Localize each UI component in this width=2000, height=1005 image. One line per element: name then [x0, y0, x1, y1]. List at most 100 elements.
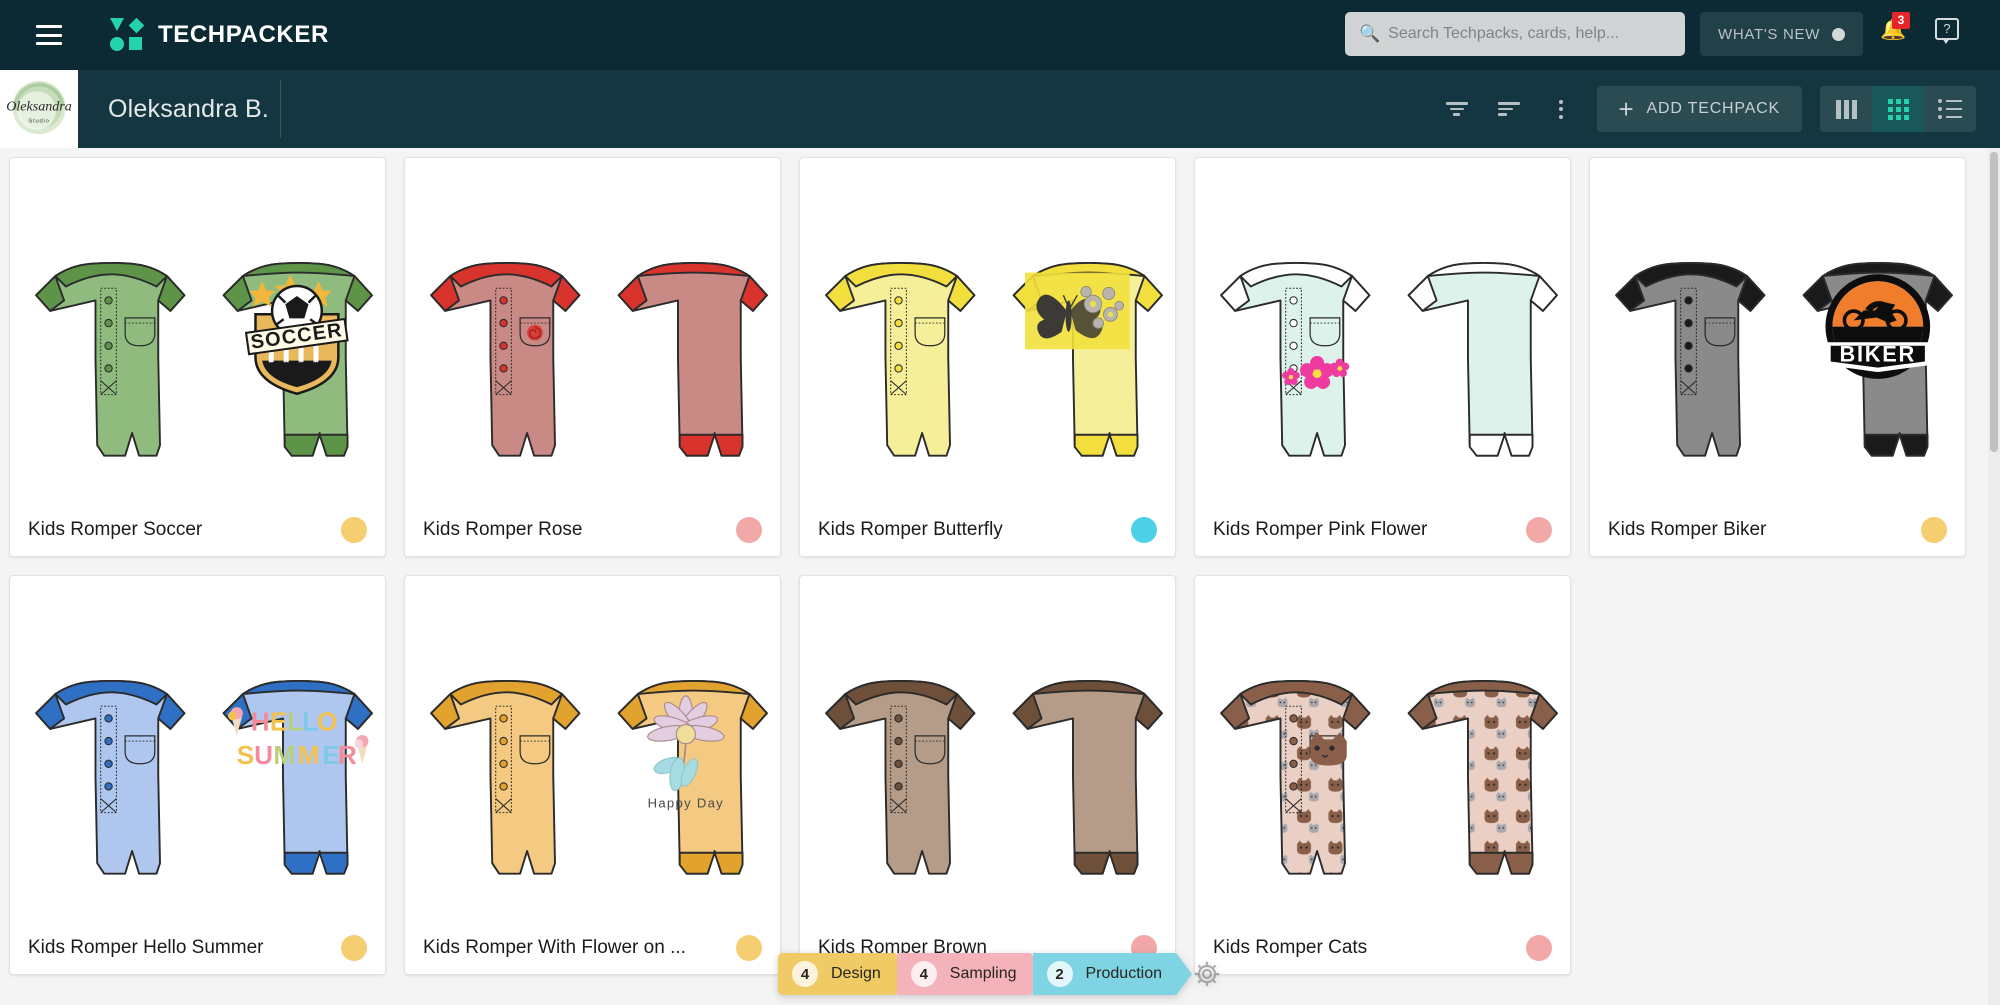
techpack-card[interactable]: Kids Romper Butterfly [799, 157, 1176, 557]
toolbar-actions: + ADD TECHPACK [1431, 83, 1990, 135]
stage-production[interactable]: 2 Production [1033, 953, 1193, 995]
stage-design[interactable]: 4 Design [778, 953, 911, 995]
techpack-card[interactable]: BIKER Kids Romper Biker [1589, 157, 1966, 557]
stage-sampling[interactable]: 4 Sampling [897, 953, 1047, 995]
techpack-card-footer: Kids Romper With Flower on ... [405, 922, 780, 974]
top-header-bar: TECHPACKER 🔍 WHAT'S NEW 🔔 3 ? [0, 0, 2000, 70]
status-badge[interactable] [341, 935, 367, 961]
svg-text:E: E [322, 740, 339, 770]
techpacker-logo-icon [110, 17, 145, 52]
techpack-card[interactable]: Kids Romper Pink Flower [1194, 157, 1571, 557]
whats-new-button[interactable]: WHAT'S NEW [1700, 12, 1864, 56]
avatar-artwork: Oleksandra Studio [6, 80, 72, 135]
gear-icon[interactable] [1192, 959, 1222, 989]
techpack-title: Kids Romper Soccer [28, 519, 203, 540]
techpack-thumbnail: BIKER [1590, 158, 1965, 556]
svg-text:Oleksandra: Oleksandra [6, 98, 72, 114]
techpack-card[interactable]: Happy Day Kids Romper With Flower on ... [404, 575, 781, 975]
workspace-toolbar: Oleksandra Studio Oleksandra B. + ADD TE… [0, 70, 2000, 148]
techpack-card[interactable]: Kids Romper Brown [799, 575, 1176, 975]
svg-text:Studio: Studio [28, 118, 49, 124]
techpack-thumbnail: Happy Day [405, 576, 780, 974]
toolbar-divider [280, 80, 281, 138]
hamburger-menu-icon[interactable] [36, 25, 62, 45]
kebab-menu-icon [1558, 99, 1563, 119]
status-badge[interactable] [736, 935, 762, 961]
filter-icon [1445, 102, 1468, 116]
status-badge[interactable] [1526, 517, 1552, 543]
techpack-title: Kids Romper With Flower on ... [423, 937, 686, 958]
techpack-thumbnail [1195, 158, 1570, 556]
techpack-card-footer: Kids Romper Cats [1195, 922, 1570, 974]
svg-text:L: L [302, 707, 318, 737]
techpack-thumbnail [405, 158, 780, 556]
notification-count-badge: 3 [1892, 12, 1910, 29]
page-title: Oleksandra B. [108, 94, 270, 123]
whats-new-indicator-dot [1832, 27, 1846, 41]
svg-text:S: S [237, 740, 254, 770]
stage-count: 4 [792, 961, 818, 987]
status-badge[interactable] [341, 517, 367, 543]
vertical-scrollbar[interactable] [1988, 148, 2000, 1005]
more-options-button[interactable] [1535, 83, 1587, 135]
techpack-card[interactable]: SOCCER CHAMPIONSHIP Kids Romper Soccer [9, 157, 386, 557]
oleksandra-studio-avatar[interactable]: Oleksandra Studio [0, 70, 78, 148]
techpack-card-footer: Kids Romper Rose [405, 504, 780, 556]
notifications-button[interactable]: 🔔 3 [1880, 12, 1910, 42]
svg-text:CHAMPIONSHIP: CHAMPIONSHIP [272, 362, 322, 368]
stage-label: Production [1085, 965, 1163, 982]
scrollbar-thumb[interactable] [1990, 152, 1998, 452]
brand-name: TECHPACKER [158, 21, 329, 48]
search-bar[interactable]: 🔍 [1345, 12, 1685, 56]
techpack-card-grid: SOCCER CHAMPIONSHIP Kids Romper Soccer K… [0, 148, 2000, 975]
techpack-card-footer: Kids Romper Pink Flower [1195, 504, 1570, 556]
sort-button[interactable] [1483, 83, 1535, 135]
techpack-card-footer: Kids Romper Butterfly [800, 504, 1175, 556]
techpack-thumbnail: SOCCER CHAMPIONSHIP [10, 158, 385, 556]
techpack-card[interactable]: Kids Romper Cats [1194, 575, 1571, 975]
help-label: ? [1943, 21, 1951, 36]
techpack-title: Kids Romper Butterfly [818, 519, 1003, 540]
status-badge[interactable] [1526, 935, 1552, 961]
techpack-thumbnail [1195, 576, 1570, 974]
list-icon [1938, 99, 1962, 119]
svg-text:Happy Day: Happy Day [648, 795, 724, 810]
svg-text:E: E [270, 707, 287, 737]
techpack-card-footer: Kids Romper Biker [1590, 504, 1965, 556]
help-question-icon[interactable]: ? [1935, 18, 1959, 44]
search-icon: 🔍 [1359, 24, 1381, 43]
techpack-title: Kids Romper Cats [1213, 937, 1368, 958]
stage-label: Sampling [949, 965, 1017, 982]
techpack-thumbnail: HE LL O SU MM ER [10, 576, 385, 974]
svg-text:L: L [287, 707, 303, 737]
stage-label: Design [830, 965, 881, 982]
stage-count: 2 [1047, 961, 1073, 987]
svg-text:R: R [338, 740, 357, 770]
techpack-title: Kids Romper Rose [423, 519, 583, 540]
techpack-card[interactable]: Kids Romper Rose [404, 157, 781, 557]
techpack-card[interactable]: HE LL O SU MM ER Kids Romper Hello Summe… [9, 575, 386, 975]
techpack-thumbnail [800, 576, 1175, 974]
svg-text:M: M [273, 740, 295, 770]
status-badge[interactable] [736, 517, 762, 543]
status-badge[interactable] [1131, 517, 1157, 543]
svg-text:H: H [251, 707, 270, 737]
techpack-title: Kids Romper Pink Flower [1213, 519, 1428, 540]
techpack-title: Kids Romper Biker [1608, 519, 1767, 540]
status-badge[interactable] [1921, 517, 1947, 543]
columns-icon [1835, 99, 1857, 119]
grid-view-button[interactable] [1872, 86, 1924, 132]
list-view-button[interactable] [1924, 86, 1976, 132]
techpack-thumbnail [800, 158, 1175, 556]
techpack-card-footer: Kids Romper Soccer [10, 504, 385, 556]
add-techpack-button[interactable]: + ADD TECHPACK [1596, 86, 1802, 132]
search-input[interactable] [1388, 25, 1671, 43]
techpack-card-footer: Kids Romper Hello Summer [10, 922, 385, 974]
brand-logo[interactable]: TECHPACKER [110, 17, 329, 52]
add-techpack-label: ADD TECHPACK [1646, 100, 1780, 117]
svg-text:M: M [298, 740, 320, 770]
board-view-button[interactable] [1820, 86, 1872, 132]
filter-button[interactable] [1431, 83, 1483, 135]
grid-icon [1887, 98, 1909, 120]
view-switcher [1820, 86, 1976, 132]
